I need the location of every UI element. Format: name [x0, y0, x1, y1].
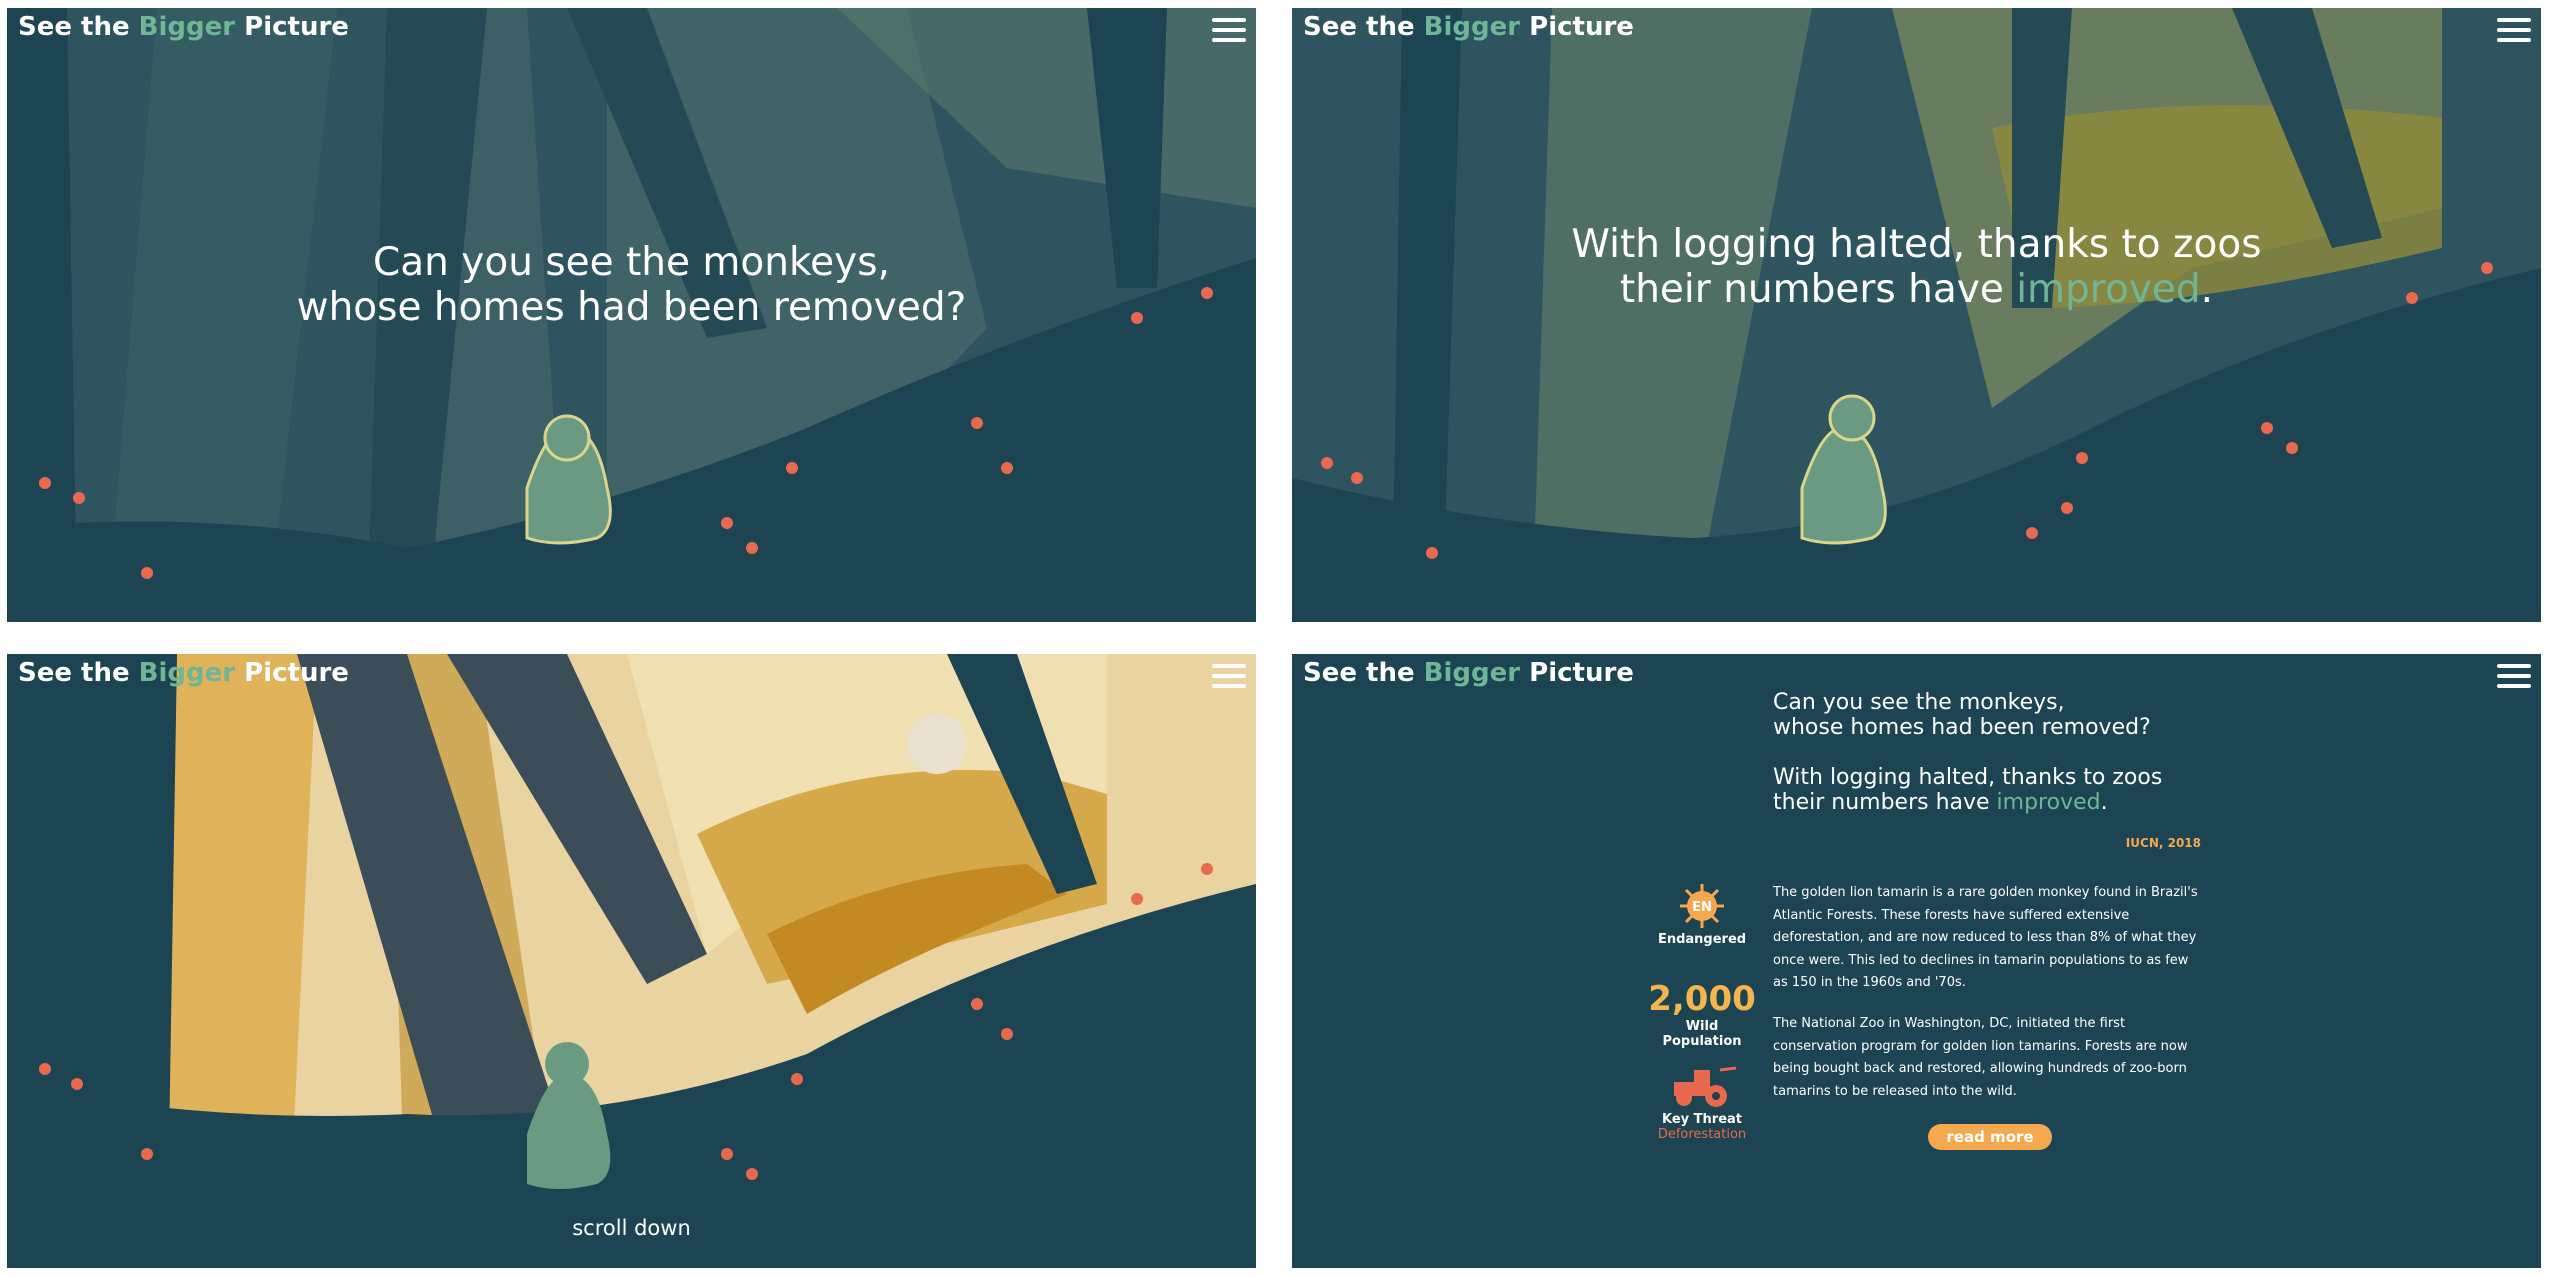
endangered-status-icon: EN [1680, 884, 1724, 928]
data-source-label: IUCN, 2018 [2125, 836, 2201, 850]
forest-scene-illustration [7, 654, 1256, 1268]
highlight-word: improved [2016, 267, 2201, 312]
hamburger-menu-icon[interactable] [1212, 664, 1246, 692]
status-block: EN Endangered [1647, 884, 1757, 947]
status-label: Endangered [1657, 932, 1747, 947]
logo-text-prefix: See the [1303, 658, 1424, 688]
population-label: Wild Population [1662, 1019, 1742, 1049]
hamburger-menu-icon[interactable] [2497, 664, 2531, 692]
headline: Can you see the monkeys, whose homes had… [7, 240, 1256, 330]
logo-text-suffix: Picture [235, 658, 349, 688]
headline-line-1: With logging halted, thanks to zoos [1571, 222, 2262, 267]
logo-text-suffix: Picture [1520, 658, 1634, 688]
tractor-icon [1674, 1066, 1737, 1107]
threat-label: Key Threat [1662, 1112, 1742, 1127]
story-panel-4: See the Bigger Picture Can you see the m… [1292, 654, 2541, 1268]
hamburger-menu-icon[interactable] [1212, 18, 1246, 46]
story-panel-2: See the Bigger Picture With logging halt… [1292, 8, 2541, 622]
site-logo[interactable]: See the Bigger Picture [1303, 658, 1634, 688]
logo-text-prefix: See the [18, 658, 139, 688]
description-paragraph-2: The National Zoo in Washington, DC, init… [1773, 1016, 2188, 1099]
headline-line-2: whose homes had been removed? [296, 285, 967, 330]
headline-line-1: Can you see the monkeys, [373, 240, 890, 285]
description-paragraph-1: The golden lion tamarin is a rare golden… [1773, 885, 2198, 990]
status-badge: EN [1692, 900, 1712, 915]
site-logo[interactable]: See the Bigger Picture [18, 12, 349, 42]
headline: With logging halted, thanks to zoos thei… [1292, 222, 2541, 312]
threat-value: Deforestation [1657, 1127, 1747, 1142]
read-more-button[interactable]: read more [1928, 1124, 2052, 1150]
scroll-down-prompt[interactable]: scroll down [7, 1216, 1256, 1240]
population-block: 2,000 Wild Population [1647, 979, 1757, 1049]
question-text: Can you see the monkeys, whose homes had… [1773, 690, 2151, 740]
logo-text-prefix: See the [1303, 12, 1424, 42]
answer-text: With logging halted, thanks to zoos thei… [1773, 765, 2163, 815]
site-logo[interactable]: See the Bigger Picture [18, 658, 349, 688]
story-panel-1: See the Bigger Picture Can you see the m… [7, 8, 1256, 622]
story-panel-3: See the Bigger Picture scroll down [7, 654, 1256, 1268]
highlight-word: improved [1996, 790, 2101, 815]
logo-text-suffix: Picture [1520, 12, 1634, 42]
population-number: 2,000 [1648, 979, 1756, 1019]
logo-text-suffix: Picture [235, 12, 349, 42]
site-logo[interactable]: See the Bigger Picture [1303, 12, 1634, 42]
forest-scene-illustration [1292, 8, 2541, 622]
logo-text-highlight: Bigger [1423, 658, 1521, 688]
hamburger-menu-icon[interactable] [2497, 18, 2531, 46]
logo-text-highlight: Bigger [138, 12, 236, 42]
threat-block: Key Threat Deforestation [1647, 1066, 1757, 1142]
logo-text-prefix: See the [18, 12, 139, 42]
headline-line-2: their numbers have improved. [1619, 267, 2214, 312]
logo-text-highlight: Bigger [138, 658, 236, 688]
logo-text-highlight: Bigger [1423, 12, 1521, 42]
